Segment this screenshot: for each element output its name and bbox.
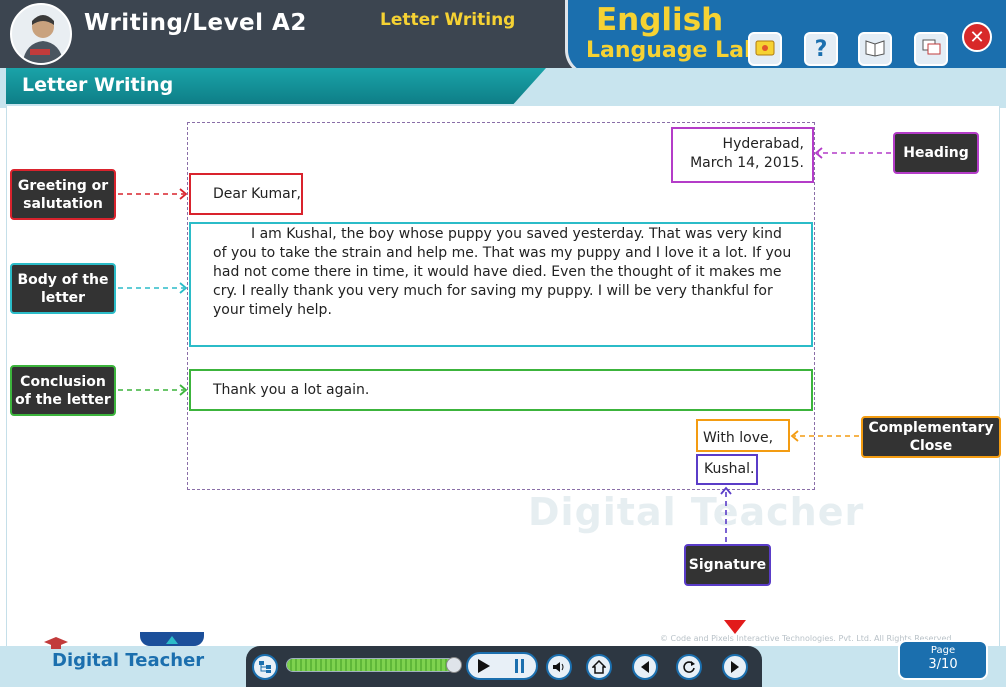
section-title: Letter Writing: [22, 74, 174, 96]
label-signature: Signature: [684, 544, 771, 586]
volume-button[interactable]: [546, 654, 572, 680]
previous-button[interactable]: [632, 654, 658, 680]
tree-icon: [259, 661, 271, 673]
pause-button[interactable]: [508, 656, 532, 676]
notebook-icon: [754, 37, 776, 61]
pause-icon: [515, 659, 524, 673]
label-complementary-close: Complementary Close: [861, 416, 1001, 458]
home-icon: [592, 660, 606, 674]
fullscreen-button[interactable]: [914, 32, 948, 66]
next-icon: [731, 661, 739, 673]
close-icon: ✕: [969, 26, 985, 48]
watermark: Digital Teacher: [528, 490, 865, 534]
current-page-marker-icon: [724, 620, 746, 634]
complementary-close-box: With love,: [696, 419, 790, 452]
conclusion-text: Thank you a lot again.: [213, 382, 370, 398]
notebook-button[interactable]: [748, 32, 782, 66]
greeting-box: Dear Kumar,: [189, 173, 303, 215]
volume-icon: [553, 662, 564, 672]
help-icon: ?: [814, 36, 828, 62]
label-body: Body of the letter: [10, 263, 116, 314]
up-arrow-icon: [166, 636, 178, 644]
play-button[interactable]: [472, 656, 496, 676]
complementary-close-text: With love,: [703, 430, 774, 446]
brand-english: English: [596, 2, 724, 38]
signature-box: Kushal.: [696, 454, 758, 485]
book-icon: [864, 37, 886, 61]
home-button[interactable]: [586, 654, 612, 680]
section-bar-wrap: Letter Writing: [0, 68, 1006, 108]
brand-language-lab: Language Lab: [586, 38, 760, 63]
progress-fill: [287, 659, 450, 671]
next-button[interactable]: [722, 654, 748, 680]
topic-title: Letter Writing: [380, 10, 516, 30]
heading-city: Hyderabad,: [722, 136, 804, 152]
label-greeting: Greeting or salutation: [10, 169, 116, 220]
label-heading: Heading: [893, 132, 979, 174]
media-player: [246, 646, 762, 687]
play-pause-group: [466, 652, 538, 680]
greeting-text: Dear Kumar,: [213, 186, 301, 202]
english-language-lab-brand: English Language Lab ? ✕: [565, 0, 1006, 76]
page-label: Page: [930, 645, 956, 656]
previous-icon: [641, 661, 649, 673]
fullscreen-icon: [920, 37, 942, 61]
body-text: I am Kushal, the boy whose puppy you sav…: [213, 226, 792, 318]
avatar: [10, 3, 72, 65]
label-conclusion: Conclusion of the letter: [10, 365, 116, 416]
heading-box: Hyderabad, March 14, 2015.: [671, 127, 814, 183]
progress-bar[interactable]: [286, 658, 456, 672]
body-box: I am Kushal, the boy whose puppy you sav…: [189, 222, 813, 347]
menu-tree-button[interactable]: [252, 654, 278, 680]
section-bar: Letter Writing: [6, 68, 546, 104]
heading-date: March 14, 2015.: [690, 155, 804, 171]
play-icon: [478, 659, 490, 673]
level-title: Writing/Level A2: [84, 10, 307, 36]
signature-text: Kushal.: [704, 461, 755, 477]
collapse-tab[interactable]: [140, 632, 204, 646]
close-button[interactable]: ✕: [962, 22, 992, 52]
help-button[interactable]: ?: [804, 32, 838, 66]
book-button[interactable]: [858, 32, 892, 66]
progress-handle[interactable]: [446, 657, 462, 673]
page-number: 3/10: [928, 657, 958, 672]
replay-icon: [683, 661, 695, 673]
digital-teacher-logo[interactable]: Digital Teacher: [52, 650, 204, 671]
page-indicator: Page 3/10: [898, 640, 988, 680]
top-header: Writing/Level A2 Letter Writing English …: [0, 0, 1006, 76]
conclusion-box: Thank you a lot again.: [189, 369, 813, 411]
replay-button[interactable]: [676, 654, 702, 680]
